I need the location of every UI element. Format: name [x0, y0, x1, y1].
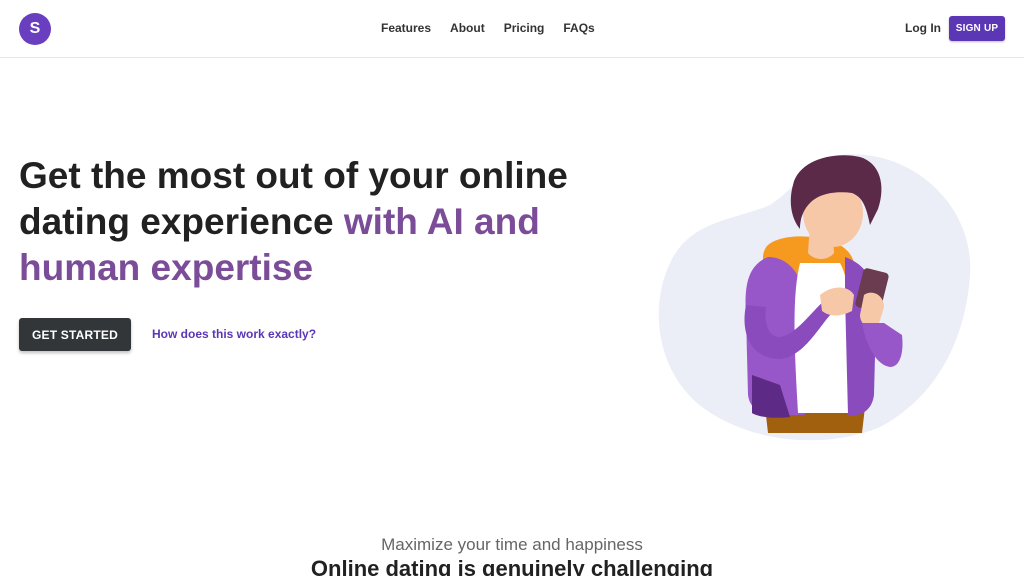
- main-nav: Features About Pricing FAQs: [381, 21, 595, 35]
- section-heading: Online dating is genuinely challenging: [310, 556, 714, 576]
- section-kicker: Maximize your time and happiness: [381, 535, 643, 554]
- signup-button[interactable]: SIGN UP: [949, 16, 1005, 41]
- logo[interactable]: S: [19, 13, 51, 45]
- how-it-works-link[interactable]: How does this work exactly?: [152, 327, 316, 341]
- nav-pricing-link[interactable]: Pricing: [504, 21, 545, 35]
- login-link[interactable]: Log In: [905, 21, 941, 35]
- left-hand: [820, 287, 854, 316]
- hero-illustration: [658, 154, 971, 441]
- top-navbar: S Features About Pricing FAQs Log In SIG…: [0, 0, 1024, 58]
- nav-about-link[interactable]: About: [450, 21, 485, 35]
- hero-title: Get the most out of your online dating e…: [19, 153, 619, 291]
- nav-features-link[interactable]: Features: [381, 21, 431, 35]
- get-started-button[interactable]: GET STARTED: [19, 318, 131, 351]
- nav-faqs-link[interactable]: FAQs: [563, 21, 594, 35]
